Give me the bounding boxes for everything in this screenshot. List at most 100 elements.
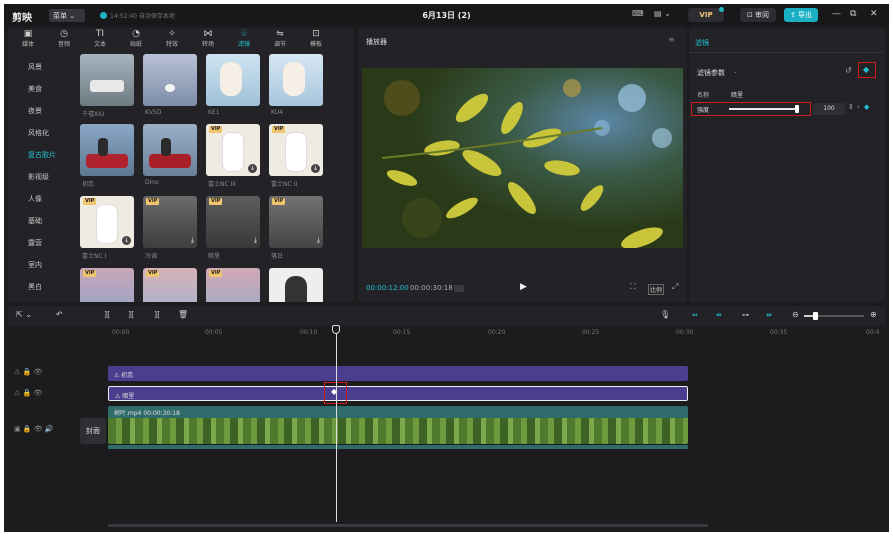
tab-stickers[interactable]: ◔ 贴纸 — [119, 28, 153, 52]
vip-badge: VIP — [209, 126, 223, 133]
filter-thumbnail[interactable] — [143, 54, 197, 106]
filter-thumbnail[interactable]: VIP ⤓ — [206, 196, 260, 248]
playhead[interactable] — [336, 328, 337, 522]
keyframe-diamond-icon[interactable]: ◆ — [863, 65, 869, 74]
category-item[interactable]: 室内 — [28, 260, 42, 270]
player-menu-icon[interactable]: ≡ — [668, 35, 675, 44]
filter-label: 落日 — [271, 253, 284, 260]
tab-effects[interactable]: ✧ 特效 — [155, 28, 189, 52]
filter-clip-selected[interactable]: ⚠ 暗里 — [108, 386, 688, 401]
tab-media[interactable]: ▣ 媒体 — [11, 28, 45, 52]
download-icon[interactable]: ⤓ — [317, 236, 320, 245]
close-button[interactable]: ✕ — [870, 9, 878, 19]
track-controls-video[interactable]: ▣ 🔒 👁 🔊 — [14, 425, 54, 433]
download-icon[interactable]: ⤓ — [254, 236, 257, 245]
export-button[interactable]: ⇪ 导出 — [784, 8, 818, 22]
filter-thumbnail[interactable]: VIP ⤓ — [143, 196, 197, 248]
tab-filters[interactable]: ♧ 滤镜 — [227, 28, 261, 52]
undo-icon[interactable]: ↶ — [56, 310, 63, 319]
filter-thumbnail[interactable]: VIP ↓ — [80, 196, 134, 248]
category-item[interactable]: 露营 — [28, 238, 42, 248]
chain-icon[interactable]: ⊶ — [742, 311, 749, 319]
filter-label: 富士NC III — [208, 181, 236, 188]
filter-thumbnail[interactable]: VIP ⤓ — [269, 196, 323, 248]
layout-icon[interactable]: ▤ ⌄ — [654, 9, 671, 21]
filter-label: 冷调 — [145, 253, 158, 260]
link-icon[interactable]: ⇔ — [692, 311, 698, 319]
download-icon[interactable]: ↓ — [122, 236, 131, 245]
select-tool-icon[interactable]: ⇱ ⌄ — [16, 310, 32, 319]
category-item[interactable]: 风景 — [28, 62, 42, 72]
filter-clip[interactable]: ⚠ 初恋 — [108, 366, 688, 381]
filter-thumbnail[interactable] — [269, 54, 323, 106]
waveform-icon[interactable] — [454, 285, 464, 292]
preview-axis-icon[interactable]: ⇹ — [766, 311, 772, 319]
video-clip-thumbnails[interactable] — [108, 418, 688, 444]
filter-thumbnail[interactable]: VIP — [80, 268, 134, 302]
reset-icon[interactable]: ↺ — [845, 66, 852, 75]
timeline-scrollbar[interactable] — [108, 524, 708, 527]
tab-transitions[interactable]: ⋈ 转场 — [191, 28, 225, 52]
tab-label: 文本 — [93, 41, 106, 48]
track-controls-filter1[interactable]: ⚠ 🔒 👁 — [14, 368, 42, 376]
effects-icon: ✧ — [168, 29, 176, 39]
tab-audio[interactable]: ◷ 音频 — [47, 28, 81, 52]
download-icon[interactable]: ⤓ — [191, 236, 194, 245]
chevron-down-icon[interactable]: ⌄ — [733, 68, 738, 75]
audio-waveform — [108, 445, 688, 449]
cover-button[interactable]: 封面 — [80, 418, 106, 444]
tab-templates[interactable]: ⊡ 模板 — [299, 28, 333, 52]
playhead-handle[interactable] — [332, 325, 340, 334]
maximize-button[interactable]: ⧉ — [850, 9, 856, 19]
zoom-slider[interactable] — [804, 312, 864, 320]
filter-thumbnail[interactable] — [80, 54, 134, 106]
filter-thumbnail[interactable] — [143, 124, 197, 176]
category-item[interactable]: 基础 — [28, 216, 42, 226]
split-icon[interactable]: ][ — [104, 310, 110, 319]
category-item[interactable]: 夜景 — [28, 106, 42, 116]
properties-tab[interactable]: 滤镜 — [695, 38, 709, 48]
category-item[interactable]: 黑白 — [28, 282, 42, 292]
slider-knob[interactable] — [795, 105, 799, 113]
category-item-active[interactable]: 复古胶片 — [28, 150, 56, 160]
zoom-out-icon[interactable]: ⊖ — [792, 310, 799, 319]
filter-thumbnail[interactable] — [206, 54, 260, 106]
add-keyframe-icon[interactable]: ◆ — [864, 103, 869, 111]
track-controls-filter2[interactable]: ⚠ 🔒 👁 — [14, 389, 42, 397]
prev-keyframe-icon[interactable]: ‹ — [857, 103, 860, 111]
snap-icon[interactable]: ⇎ — [716, 311, 722, 319]
filter-thumbnail[interactable]: VIP ↓ — [206, 124, 260, 176]
tab-text[interactable]: TI 文本 — [83, 28, 117, 52]
ratio-button[interactable]: 比例 — [648, 284, 665, 295]
microphone-icon[interactable]: 🎙 — [660, 310, 670, 319]
filter-thumbnail[interactable]: VIP ↓ — [269, 124, 323, 176]
category-item[interactable]: 风格化 — [28, 128, 49, 138]
delete-icon[interactable]: 🗑 — [178, 310, 188, 319]
category-item[interactable]: 人像 — [28, 194, 42, 204]
video-clip-header[interactable]: 树叶.mp4 00:00:30:18 — [108, 406, 688, 418]
zoom-in-icon[interactable]: ⊕ — [870, 310, 877, 319]
category-item[interactable]: 影视级 — [28, 172, 49, 182]
stepper-icon[interactable]: ⇕ — [848, 103, 854, 111]
category-item[interactable]: 美食 — [28, 84, 42, 94]
fullscreen-preview-icon[interactable]: ⛶ — [630, 282, 636, 292]
intensity-slider[interactable] — [729, 105, 799, 113]
review-button[interactable]: ⊡ 审阅 — [740, 8, 776, 22]
minimize-button[interactable]: — — [832, 9, 841, 19]
split-right-icon[interactable]: ][ — [154, 310, 160, 319]
shortcut-icon[interactable]: ⌨ — [632, 9, 644, 21]
filter-thumbnail[interactable]: VIP — [143, 268, 197, 302]
filter-thumbnail[interactable]: VIP — [206, 268, 260, 302]
download-icon[interactable]: ↓ — [311, 164, 320, 173]
play-button[interactable]: ▶ — [520, 282, 527, 292]
split-left-icon[interactable]: ][ — [128, 310, 134, 319]
filter-clip-label: ⚠ 初恋 — [114, 372, 134, 379]
tab-adjust[interactable]: ⇋ 调节 — [263, 28, 297, 52]
filter-thumbnail[interactable] — [80, 124, 134, 176]
expand-icon[interactable]: ⤢ — [672, 282, 678, 292]
filter-label: KV5D — [145, 109, 162, 116]
time-ruler: 00:00 00:05 00:10 00:15 00:20 00:25 00:3… — [108, 326, 885, 340]
download-icon[interactable]: ↓ — [248, 164, 257, 173]
intensity-input[interactable]: 100 — [813, 103, 845, 115]
filter-thumbnail[interactable] — [269, 268, 323, 302]
